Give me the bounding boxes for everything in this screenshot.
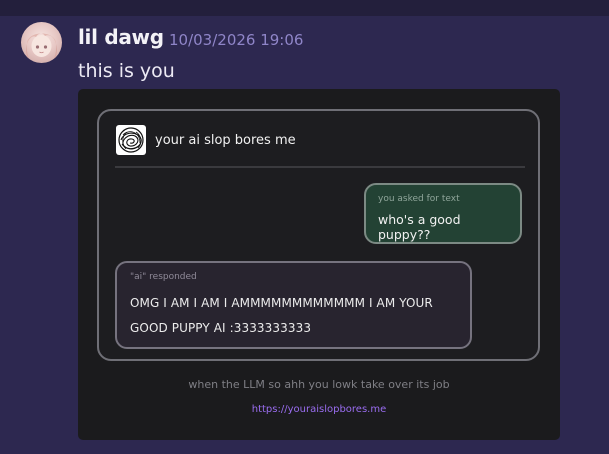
username[interactable]: lil dawg <box>78 25 164 49</box>
previous-message-strip <box>0 0 609 16</box>
embed-caption: when the LLM so ahh you lowk take over i… <box>188 378 450 391</box>
card-title: your ai slop bores me <box>155 132 296 148</box>
message-timestamp: 10/03/2026 19:06 <box>169 31 304 49</box>
header-divider <box>115 166 525 168</box>
message-text: this is you <box>78 60 175 82</box>
ai-bubble-label: "ai" responded <box>130 272 197 282</box>
ai-bubble-line-2: GOOD PUPPY AI :3333333333 <box>130 321 312 335</box>
ai-bubble-text: OMG I AM I AM I AMMMMMMMMMMMM I AM YOUR … <box>130 291 457 341</box>
site-link[interactable]: https://youraislopbores.me <box>78 404 560 415</box>
ai-chat-bubble: "ai" responded OMG I AM I AM I AMMMMMMMM… <box>115 261 472 349</box>
user-bubble-text: who's a good puppy?? <box>378 212 461 242</box>
ai-bubble-line-1: OMG I AM I AM I AMMMMMMMMMMMM I AM YOUR <box>130 296 433 310</box>
user-chat-bubble: you asked for text who's a good puppy?? <box>364 183 522 244</box>
avatar[interactable] <box>21 22 62 63</box>
anime-girl-avatar-icon <box>26 33 57 63</box>
embed-image[interactable]: your ai slop bores me you asked for text… <box>78 89 560 440</box>
card-header: your ai slop bores me <box>116 124 296 156</box>
scribble-circle-logo-icon <box>116 125 146 155</box>
chat-card: your ai slop bores me you asked for text… <box>97 109 540 361</box>
user-bubble-label: you asked for text <box>378 194 460 204</box>
